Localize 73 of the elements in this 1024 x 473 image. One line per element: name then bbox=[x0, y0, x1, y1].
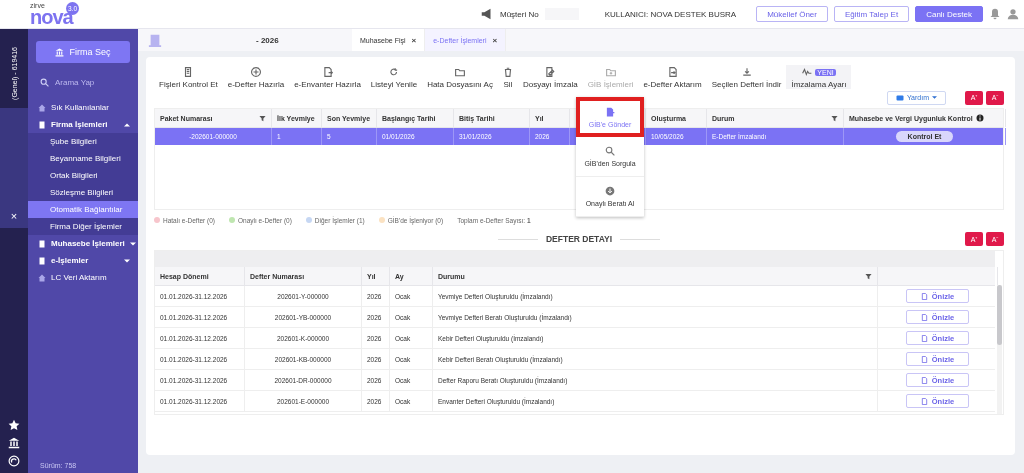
toolbar-button[interactable]: e-Defter Hazırla bbox=[222, 65, 290, 89]
toolbar-button[interactable]: Sil bbox=[497, 65, 518, 89]
megaphone-icon bbox=[480, 7, 494, 21]
user-label: KULLANICI: NOVA DESTEK BUSRA bbox=[604, 9, 737, 19]
search-field[interactable]: Arama Yap bbox=[55, 77, 125, 87]
document-icon bbox=[920, 355, 928, 363]
sidebar-item[interactable]: Firma Diğer İşlemler bbox=[28, 218, 138, 235]
document-icon bbox=[920, 313, 928, 321]
toolbar-button[interactable]: Dosyayı İmzala bbox=[517, 65, 583, 89]
caret-icon bbox=[932, 95, 937, 100]
sidebar-item[interactable]: LC Veri Aktarım bbox=[28, 269, 138, 286]
toolbar-button[interactable]: e-Defter Aktarım bbox=[638, 65, 707, 89]
filter-icon[interactable] bbox=[865, 272, 872, 280]
book-icon bbox=[38, 120, 46, 129]
document-arrow-icon bbox=[667, 67, 678, 77]
building-icon bbox=[148, 33, 162, 47]
section-title: DEFTER DETAYI bbox=[545, 234, 613, 244]
header-button[interactable]: Eğitim Talep Et bbox=[833, 6, 910, 22]
header-button[interactable]: Mükellef Öner bbox=[756, 6, 828, 22]
document-icon bbox=[183, 67, 194, 77]
search-icon bbox=[40, 77, 49, 87]
signature-icon bbox=[545, 67, 556, 77]
toolbar-button[interactable]: Hata Dosyasını Aç bbox=[422, 65, 498, 89]
sidebar-item[interactable]: Beyanname Bilgileri bbox=[28, 150, 138, 167]
folder-plus-icon bbox=[605, 67, 616, 77]
toolbar-button[interactable]: Listeyi Yenile bbox=[365, 65, 423, 89]
home-icon bbox=[38, 103, 46, 112]
sidebar-item[interactable]: Şube Bilgileri bbox=[28, 133, 138, 150]
close-icon[interactable]: × bbox=[10, 210, 18, 222]
sidebar-item[interactable]: e-İşlemler bbox=[28, 252, 138, 269]
logo-icon[interactable] bbox=[8, 455, 20, 467]
document-arrow-icon bbox=[322, 67, 333, 77]
filter-icon[interactable] bbox=[831, 114, 838, 122]
star-icon[interactable] bbox=[8, 419, 20, 431]
scrollbar-thumb[interactable] bbox=[997, 285, 1002, 345]
sidebar-item[interactable]: Otomatik Bağlantılar bbox=[28, 201, 138, 218]
sidebar-item[interactable]: Sözleşme Bilgileri bbox=[28, 184, 138, 201]
customer-label: Müşteri No bbox=[500, 9, 539, 19]
toolbar-button[interactable]: Fişleri Kontrol Et bbox=[154, 65, 223, 89]
firm-select-button[interactable]: Firma Seç bbox=[36, 41, 130, 63]
filter-icon[interactable] bbox=[259, 114, 266, 122]
bank-icon bbox=[55, 47, 65, 57]
folder-icon bbox=[455, 67, 466, 77]
refresh-icon bbox=[389, 67, 399, 77]
info-icon[interactable] bbox=[975, 114, 984, 122]
video-icon bbox=[895, 93, 904, 102]
document-icon bbox=[920, 292, 928, 300]
caret-icon bbox=[124, 121, 130, 128]
period-label: - 2026 bbox=[256, 35, 280, 45]
download-icon bbox=[741, 67, 752, 77]
sidebar-item[interactable]: Ortak Bilgileri bbox=[28, 167, 138, 184]
sidebar-item[interactable]: Muhasebe İşlemleri bbox=[28, 235, 138, 252]
sidebar-item[interactable]: Sık Kullanılanlar bbox=[28, 99, 138, 116]
document-arrow-icon bbox=[605, 106, 615, 117]
download-circle-icon bbox=[605, 186, 615, 196]
user-icon[interactable] bbox=[1006, 8, 1019, 20]
document-icon bbox=[920, 397, 928, 405]
signature-line-icon bbox=[802, 67, 813, 77]
header-button[interactable]: Canlı Destek bbox=[915, 6, 983, 22]
caret-icon bbox=[124, 257, 130, 264]
document-icon bbox=[920, 334, 928, 342]
search-icon bbox=[605, 146, 615, 156]
toolbar-button[interactable]: Seçilen Defteri İndir bbox=[706, 65, 787, 89]
close-icon[interactable]: × bbox=[492, 35, 498, 45]
toolbar-button[interactable]: e-Envanter Hazırla bbox=[289, 65, 366, 89]
bank-icon[interactable] bbox=[8, 437, 20, 449]
home-icon bbox=[38, 273, 46, 282]
document-icon bbox=[920, 376, 928, 384]
sidebar-item[interactable]: Firma İşlemleri bbox=[28, 116, 138, 133]
bell-icon[interactable] bbox=[988, 8, 1001, 20]
caret-icon bbox=[129, 240, 136, 247]
trash-icon bbox=[502, 67, 513, 77]
close-icon[interactable]: × bbox=[411, 35, 417, 45]
